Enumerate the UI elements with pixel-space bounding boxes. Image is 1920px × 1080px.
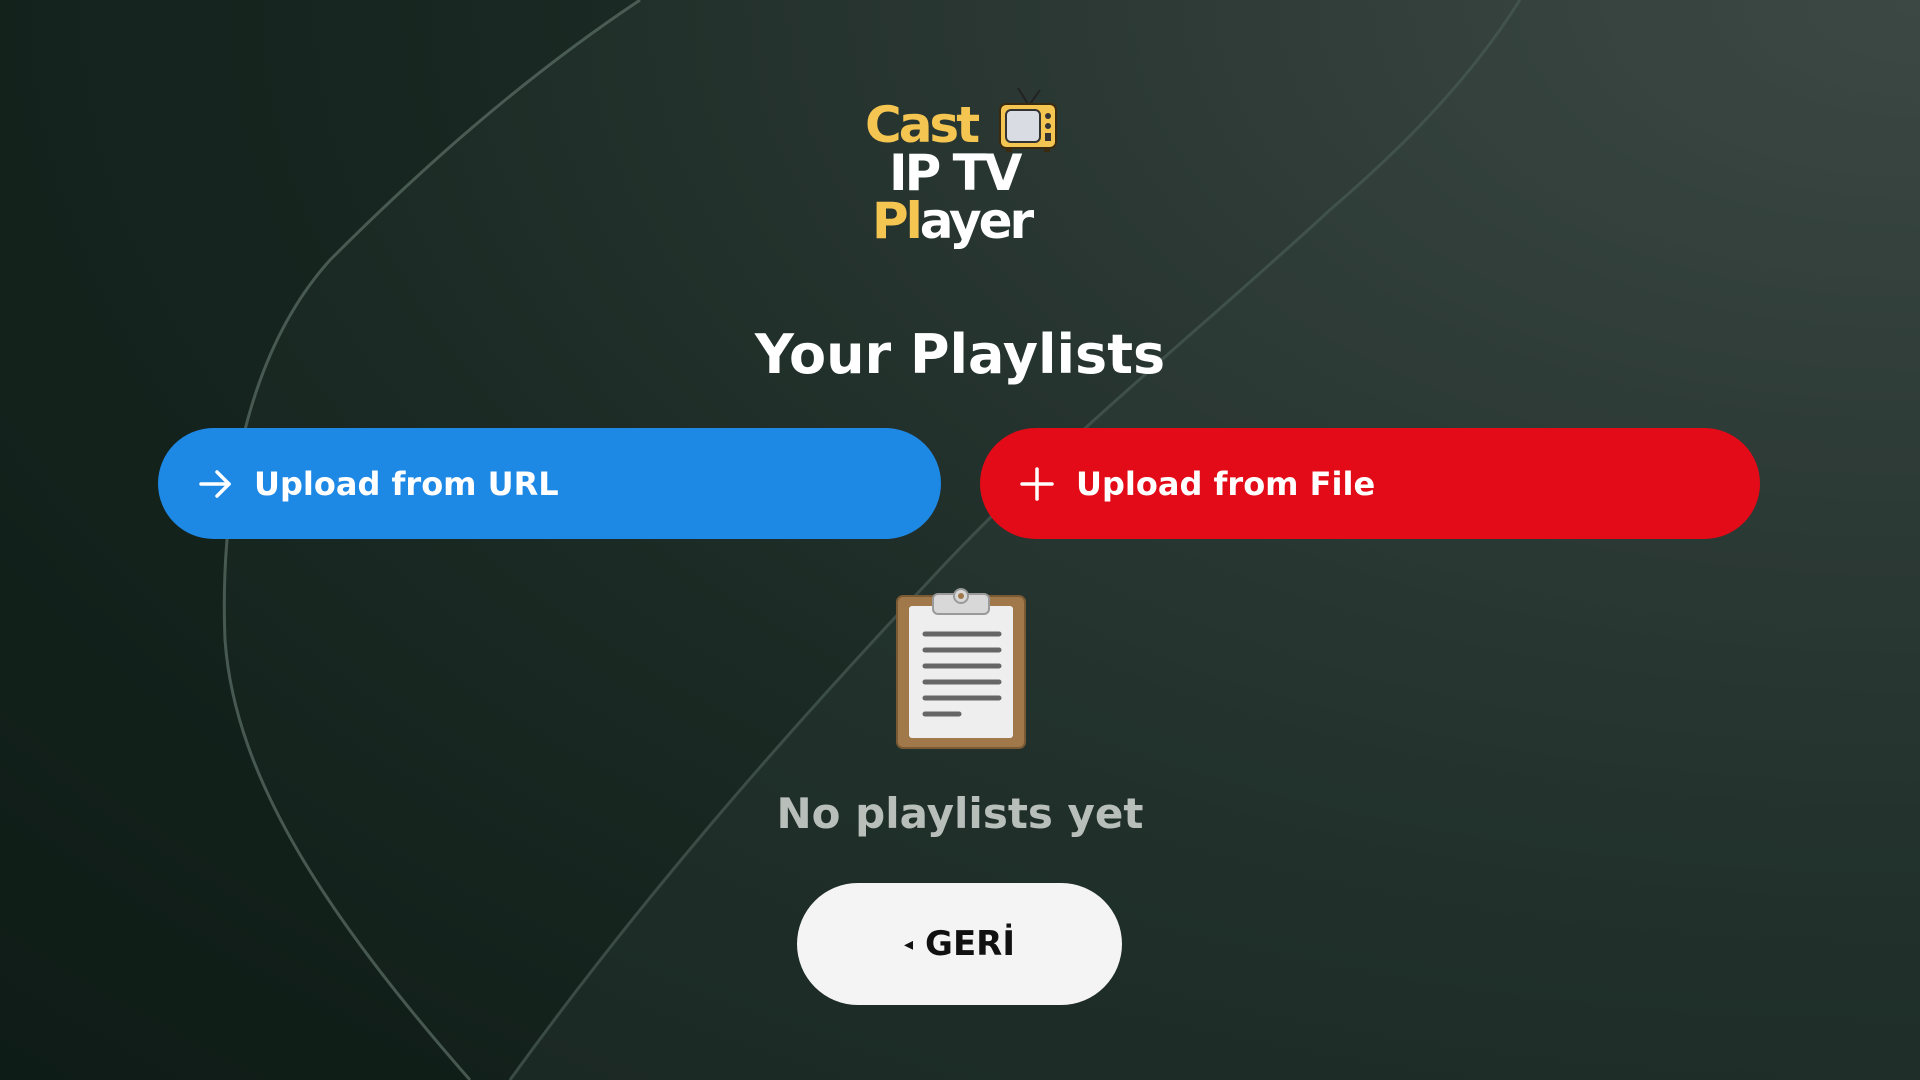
- app-logo: Cast IP TV Player: [860, 84, 1060, 259]
- logo-cast-text: Cast: [865, 96, 980, 154]
- page-title: Your Playlists: [754, 323, 1166, 386]
- upload-from-file-label: Upload from File: [1076, 464, 1376, 503]
- arrow-right-icon: [199, 469, 231, 498]
- upload-from-url-label: Upload from URL: [254, 464, 559, 503]
- back-button-label: GERİ: [925, 924, 1015, 964]
- logo-player-highlight: Pl: [872, 192, 923, 250]
- plus-icon: [1020, 466, 1054, 501]
- back-button[interactable]: ◂ GERİ: [797, 883, 1122, 1005]
- clipboard-icon: [896, 588, 1026, 749]
- upload-from-file-button[interactable]: Upload from File: [980, 428, 1760, 539]
- logo-player-text: Player: [872, 196, 1034, 246]
- logo-iptv-text: IP TV: [889, 144, 1022, 202]
- logo-player-rest: ayer: [919, 192, 1034, 250]
- empty-state-message: No playlists yet: [776, 789, 1144, 838]
- back-arrow-icon: ◂: [903, 933, 914, 955]
- upload-from-url-button[interactable]: Upload from URL: [158, 428, 941, 539]
